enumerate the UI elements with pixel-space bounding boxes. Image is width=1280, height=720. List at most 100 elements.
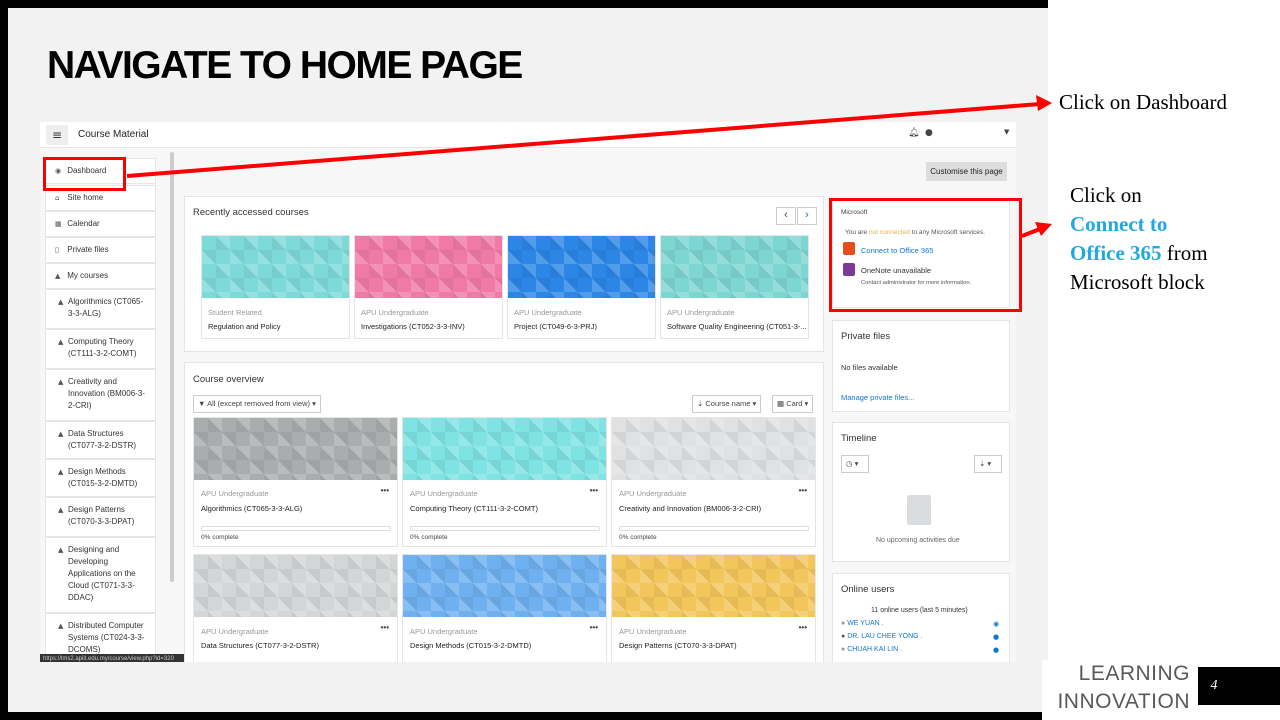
sidebar-item-course[interactable]: ▲ Design Patterns (CT070-3-3-DPAT) <box>45 497 156 537</box>
online-user[interactable]: ● WE YUAN . <box>841 620 884 627</box>
course-image[interactable] <box>202 236 349 298</box>
course-image[interactable] <box>661 236 808 298</box>
online-user[interactable]: ● CHUAH KAI LIN . <box>841 646 902 653</box>
prev-button[interactable]: ‹ <box>776 207 796 225</box>
course-image[interactable] <box>612 418 815 480</box>
course-card[interactable]: APU Undergraduate ••• Algorithmics (CT06… <box>193 417 398 547</box>
graduation-cap-icon: ▲ <box>58 506 64 514</box>
more-options-icon[interactable]: ••• <box>381 486 389 495</box>
recent-course-card[interactable]: APU Undergraduate Investigations (CT052-… <box>354 235 503 339</box>
sort-dropdown[interactable]: ⇣ Course name ▾ <box>692 395 762 413</box>
sidebar-item-course[interactable]: ▲ Design Methods (CT015-3-2-DMTD) <box>45 459 156 497</box>
sidebar-item-course[interactable]: ▲ Data Structures (CT077-3-2-DSTR) <box>45 421 156 459</box>
filter-icon: ▼ <box>198 399 206 408</box>
chevron-down-icon: ▾ <box>987 459 992 468</box>
nav-scrollbar[interactable] <box>170 152 174 582</box>
recent-courses-block: Recently accessed courses ‹ › Student Re… <box>184 196 824 352</box>
course-image[interactable] <box>355 236 502 298</box>
sidebar-item-calendar[interactable]: ▦ Calendar <box>45 211 156 237</box>
dashboard-instruction: Click on Dashboard <box>1059 90 1227 114</box>
sidebar-item-label: Data Structures (CT077-3-2-DSTR) <box>68 429 137 450</box>
course-name[interactable]: Data Structures (CT077-3-2-DSTR) <box>201 641 319 650</box>
course-name[interactable]: Design Patterns (CT070-3-3-DPAT) <box>619 641 737 650</box>
more-options-icon[interactable]: ••• <box>590 486 598 495</box>
message-icon[interactable]: ● <box>993 646 999 654</box>
course-name[interactable]: Project (CT049-6-3-PRJ) <box>514 322 654 331</box>
page-number: 4 <box>1198 667 1280 705</box>
sidebar-item-course[interactable]: ▲ Designing and Developing Applications o… <box>45 537 156 613</box>
sidebar-item-label: Algorithmics (CT065-3-3-ALG) <box>68 297 144 318</box>
sidebar-item-private-files[interactable]: ▯ Private files <box>45 237 156 263</box>
course-image[interactable] <box>194 555 397 617</box>
course-image[interactable] <box>403 418 606 480</box>
instruction-highlight: Connect to <box>1070 212 1168 236</box>
course-category: APU Undergraduate <box>667 308 735 317</box>
course-name[interactable]: Algorithmics (CT065-3-3-ALG) <box>201 504 302 513</box>
sort-icon: ⇣ <box>979 459 986 468</box>
graduation-cap-icon: ▲ <box>58 622 64 630</box>
graduation-cap-icon: ▲ <box>58 378 64 386</box>
message-icon[interactable]: ● <box>993 633 999 641</box>
more-options-icon[interactable]: ••• <box>799 486 807 495</box>
course-image[interactable] <box>612 555 815 617</box>
sidebar-item-label: Distributed Computer Systems (CT024-3-3-… <box>68 621 145 654</box>
chat-icon[interactable]: ● <box>925 128 933 138</box>
manage-private-files-link[interactable]: Manage private files... <box>841 393 914 402</box>
course-card[interactable]: APU Undergraduate ••• Computing Theory (… <box>402 417 607 547</box>
dashboard-highlight-box <box>43 157 126 191</box>
hamburger-menu-icon[interactable]: ≡ <box>46 125 68 145</box>
eye-icon[interactable]: ◉ <box>993 620 999 628</box>
chevron-down-icon: ▾ <box>854 459 859 468</box>
empty-message: No files available <box>841 363 898 372</box>
online-users-block: Online users 11 online users (last 5 min… <box>832 573 1010 662</box>
course-image[interactable] <box>508 236 655 298</box>
timeline-filter-dropdown[interactable]: ◷ ▾ <box>841 455 869 473</box>
more-options-icon[interactable]: ••• <box>799 623 807 632</box>
course-name[interactable]: Computing Theory (CT111-3-2-COMT) <box>410 504 538 513</box>
course-image[interactable] <box>403 555 606 617</box>
course-image[interactable] <box>194 418 397 480</box>
more-options-icon[interactable]: ••• <box>381 623 389 632</box>
user-name[interactable]: WE YUAN . <box>847 620 883 627</box>
course-category: APU Undergraduate <box>410 489 478 498</box>
recent-course-card[interactable]: APU Undergraduate Project (CT049-6-3-PRJ… <box>507 235 656 339</box>
more-options-icon[interactable]: ••• <box>590 623 598 632</box>
online-user[interactable]: ● DR. LAU CHEE YONG . <box>841 633 923 640</box>
site-name[interactable]: Course Material <box>78 129 149 140</box>
progress-text: 0% complete <box>619 534 657 541</box>
sidebar-item-course[interactable]: ▲ Algorithmics (CT065-3-3-ALG) <box>45 289 156 329</box>
course-card[interactable]: APU Undergraduate ••• Design Patterns (C… <box>611 554 816 662</box>
course-card[interactable]: APU Undergraduate ••• Design Methods (CT… <box>402 554 607 662</box>
progress-bar <box>410 526 600 531</box>
graduation-cap-icon: ▲ <box>55 272 61 280</box>
recent-course-card[interactable]: APU Undergraduate Software Quality Engin… <box>660 235 809 339</box>
avatar: ● <box>841 646 846 653</box>
timeline-sort-dropdown[interactable]: ⇣ ▾ <box>974 455 1002 473</box>
filter-dropdown[interactable]: ▼ All (except removed from view) ▾ <box>193 395 321 413</box>
course-card[interactable]: APU Undergraduate ••• Data Structures (C… <box>193 554 398 662</box>
user-name[interactable]: CHUAH KAI LIN . <box>847 646 902 653</box>
view-dropdown[interactable]: ▦ Card ▾ <box>772 395 814 413</box>
course-name[interactable]: Regulation and Policy <box>208 322 348 331</box>
sidebar-item-course[interactable]: ▲ Computing Theory (CT111-3-2-COMT) <box>45 329 156 369</box>
instruction-highlight: Office 365 <box>1070 241 1162 265</box>
course-card[interactable]: APU Undergraduate ••• Creativity and Inn… <box>611 417 816 547</box>
course-name[interactable]: Investigations (CT052-3-3-INV) <box>361 322 501 331</box>
bell-icon[interactable]: 🔔︎ <box>908 128 919 138</box>
brand-logo: LEARNING INNOVATION <box>1042 660 1198 720</box>
sidebar-item-course[interactable]: ▲ Creativity and Innovation (BM006-3-2-CR… <box>45 369 156 421</box>
user-menu-caret-icon[interactable]: ▼ <box>1004 128 1009 136</box>
instruction-text: from <box>1166 241 1208 265</box>
course-category: APU Undergraduate <box>619 489 687 498</box>
user-name[interactable]: DR. LAU CHEE YONG . <box>847 633 922 640</box>
filter-label: All (except removed from view) <box>207 399 311 408</box>
course-overview-block: Course overview ▼ All (except removed fr… <box>184 362 824 662</box>
course-name[interactable]: Creativity and Innovation (BM006-3-2-CRI… <box>619 504 761 513</box>
sidebar-item-my-courses[interactable]: ▲ My courses <box>45 263 156 289</box>
course-name[interactable]: Software Quality Engineering (CT051-3-..… <box>667 322 807 331</box>
next-button[interactable]: › <box>797 207 817 225</box>
customise-page-button[interactable]: Customise this page <box>926 162 1007 181</box>
progress-bar <box>619 526 809 531</box>
recent-course-card[interactable]: Student Related Regulation and Policy <box>201 235 350 339</box>
course-name[interactable]: Design Methods (CT015-3-2-DMTD) <box>410 641 531 650</box>
